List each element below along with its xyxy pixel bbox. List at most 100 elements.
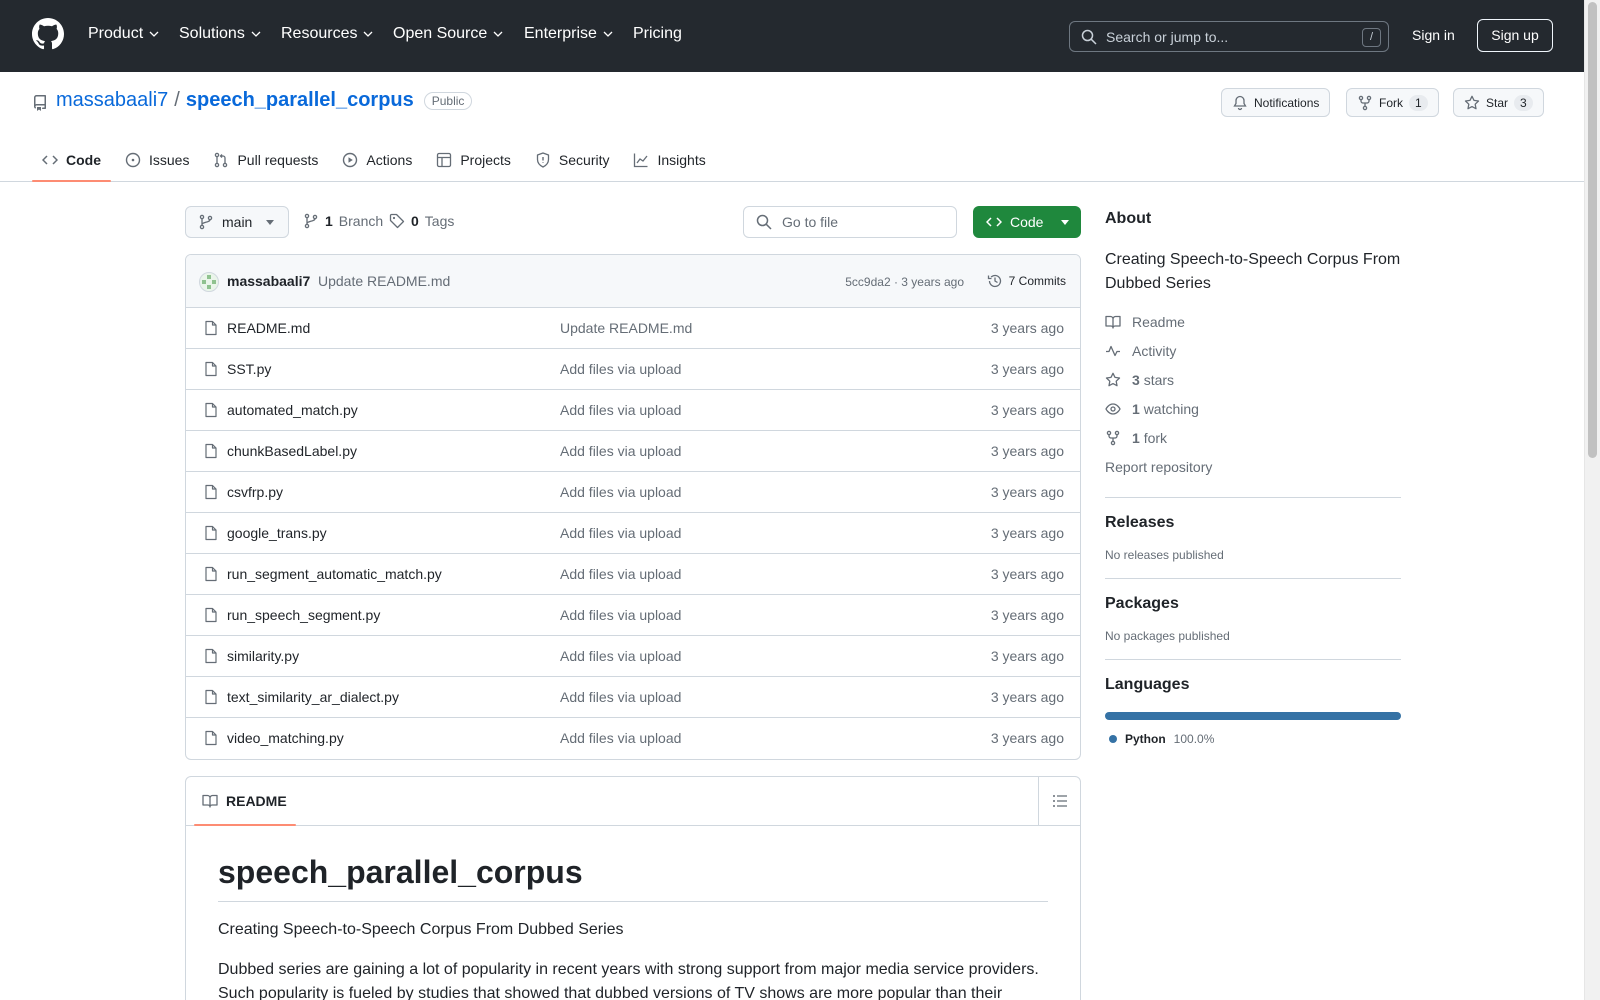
file-icon — [205, 443, 217, 459]
file-name[interactable]: README.md — [227, 320, 310, 336]
file-commit-message[interactable]: Add files via upload — [560, 484, 681, 500]
file-row[interactable]: video_matching.py Add files via upload 3… — [186, 718, 1080, 759]
notifications-button[interactable]: Notifications — [1221, 88, 1331, 117]
file-commit-message[interactable]: Add files via upload — [560, 566, 681, 582]
file-commit-message[interactable]: Add files via upload — [560, 607, 681, 623]
tab-actions-label: Actions — [366, 151, 413, 168]
branch-selector[interactable]: main — [185, 206, 289, 238]
file-commit-message[interactable]: Add files via upload — [560, 648, 681, 664]
file-commit-message[interactable]: Update README.md — [560, 320, 692, 336]
file-name[interactable]: automated_match.py — [227, 402, 358, 418]
activity-link-label: Activity — [1132, 342, 1177, 359]
tab-projects[interactable]: Projects — [426, 137, 521, 182]
file-name[interactable]: text_similarity_ar_dialect.py — [227, 689, 399, 705]
file-commit-message[interactable]: Add files via upload — [560, 689, 681, 705]
github-logo-icon[interactable] — [32, 18, 64, 50]
language-bar — [1105, 712, 1401, 720]
file-name[interactable]: run_speech_segment.py — [227, 607, 380, 623]
language-item[interactable]: Python 100.0% — [1105, 732, 1401, 746]
readme-tab[interactable]: README — [194, 777, 296, 826]
graph-icon — [634, 153, 648, 167]
file-row[interactable]: automated_match.py Add files via upload … — [186, 390, 1080, 431]
chevron-down-icon — [364, 31, 373, 37]
bell-icon — [1233, 95, 1247, 110]
nav-product[interactable]: Product — [88, 25, 159, 43]
watching-link[interactable]: 1 watching — [1105, 394, 1401, 423]
nav-open-source[interactable]: Open Source — [393, 25, 503, 43]
forks-link[interactable]: 1 fork — [1105, 423, 1401, 452]
star-button[interactable]: Star 3 — [1453, 88, 1544, 117]
tab-issues[interactable]: Issues — [115, 137, 199, 182]
nav-resources[interactable]: Resources — [281, 25, 373, 43]
eye-icon — [1105, 402, 1121, 415]
file-row[interactable]: text_similarity_ar_dialect.py Add files … — [186, 677, 1080, 718]
file-icon — [205, 361, 217, 377]
file-commit-message[interactable]: Add files via upload — [560, 402, 681, 418]
file-row[interactable]: SST.py Add files via upload 3 years ago — [186, 349, 1080, 390]
about-links: Readme Activity 3 stars 1 watching 1 for… — [1105, 307, 1401, 481]
search-shortcut-key: / — [1362, 28, 1381, 47]
file-commit-message[interactable]: Add files via upload — [560, 525, 681, 541]
stars-word: stars — [1143, 371, 1175, 388]
file-name[interactable]: chunkBasedLabel.py — [227, 443, 357, 459]
commit-message[interactable]: Update README.md — [318, 273, 450, 289]
file-name[interactable]: SST.py — [227, 361, 271, 377]
file-commit-message[interactable]: Add files via upload — [560, 443, 681, 459]
branch-word: Branch — [338, 213, 384, 229]
file-row[interactable]: similarity.py Add files via upload 3 yea… — [186, 636, 1080, 677]
tab-code[interactable]: Code — [32, 137, 111, 182]
go-to-file-input[interactable]: Go to file — [743, 206, 957, 238]
fork-word: fork — [1143, 429, 1168, 446]
file-row[interactable]: chunkBasedLabel.py Add files via upload … — [186, 431, 1080, 472]
file-name[interactable]: google_trans.py — [227, 525, 327, 541]
code-dropdown-button[interactable]: Code — [973, 206, 1081, 238]
file-row[interactable]: google_trans.py Add files via upload 3 y… — [186, 513, 1080, 554]
packages-heading[interactable]: Packages — [1105, 595, 1401, 613]
fork-counter: 1 — [1409, 94, 1428, 111]
tab-insights[interactable]: Insights — [623, 137, 715, 182]
outline-button[interactable] — [1038, 777, 1080, 825]
repo-owner-link[interactable]: massabaali7 — [56, 89, 168, 112]
tags-link[interactable]: 0 Tags — [389, 213, 454, 229]
sign-up-button[interactable]: Sign up — [1477, 19, 1553, 52]
file-name[interactable]: csvfrp.py — [227, 484, 283, 500]
readme-link[interactable]: Readme — [1105, 307, 1401, 336]
file-name[interactable]: similarity.py — [227, 648, 299, 664]
branches-link[interactable]: 1 Branch — [303, 213, 383, 229]
commit-meta[interactable]: 5cc9da2 · 3 years ago — [845, 275, 964, 289]
commit-author[interactable]: massabaali7 — [227, 273, 310, 289]
file-name[interactable]: run_segment_automatic_match.py — [227, 566, 442, 582]
fork-label: Fork — [1379, 95, 1403, 110]
report-repository-link[interactable]: Report repository — [1105, 452, 1401, 481]
stars-link[interactable]: 3 stars — [1105, 365, 1401, 394]
file-commit-message[interactable]: Add files via upload — [560, 730, 681, 746]
commits-link[interactable]: 7 Commits — [987, 273, 1066, 289]
fork-icon — [1106, 430, 1120, 445]
tab-actions[interactable]: Actions — [332, 137, 422, 182]
tab-pull-requests[interactable]: Pull requests — [203, 137, 328, 182]
repo-title: massabaali7 / speech_parallel_corpus Pub… — [56, 89, 473, 112]
file-row[interactable]: run_segment_automatic_match.py Add files… — [186, 554, 1080, 595]
about-description: Creating Speech-to-Speech Corpus From Du… — [1105, 251, 1401, 292]
scrollbar-thumb[interactable] — [1588, 2, 1597, 458]
sign-in-link[interactable]: Sign in — [1412, 27, 1455, 43]
repo-name-link[interactable]: speech_parallel_corpus — [186, 89, 414, 112]
fork-button[interactable]: Fork 1 — [1346, 88, 1439, 117]
file-row[interactable]: README.md Update README.md 3 years ago — [186, 308, 1080, 349]
file-name[interactable]: video_matching.py — [227, 730, 344, 746]
file-row[interactable]: run_speech_segment.py Add files via uplo… — [186, 595, 1080, 636]
nav-solutions[interactable]: Solutions — [179, 25, 261, 43]
avatar[interactable] — [199, 272, 219, 292]
tab-security[interactable]: Security — [525, 137, 620, 182]
file-row[interactable]: csvfrp.py Add files via upload 3 years a… — [186, 472, 1080, 513]
nav-enterprise[interactable]: Enterprise — [524, 25, 613, 43]
repo-tabs: Code Issues Pull requests Actions Projec… — [32, 137, 720, 182]
activity-link[interactable]: Activity — [1105, 336, 1401, 365]
file-commit-message[interactable]: Add files via upload — [560, 361, 681, 377]
global-search[interactable]: Search or jump to... / — [1069, 21, 1389, 52]
page-scrollbar[interactable] — [1584, 0, 1600, 1000]
latest-commit-bar: massabaali7 Update README.md 5cc9da2 · 3… — [186, 255, 1080, 308]
nav-pricing[interactable]: Pricing — [633, 25, 682, 43]
shield-icon — [536, 151, 550, 168]
releases-heading[interactable]: Releases — [1105, 514, 1401, 532]
